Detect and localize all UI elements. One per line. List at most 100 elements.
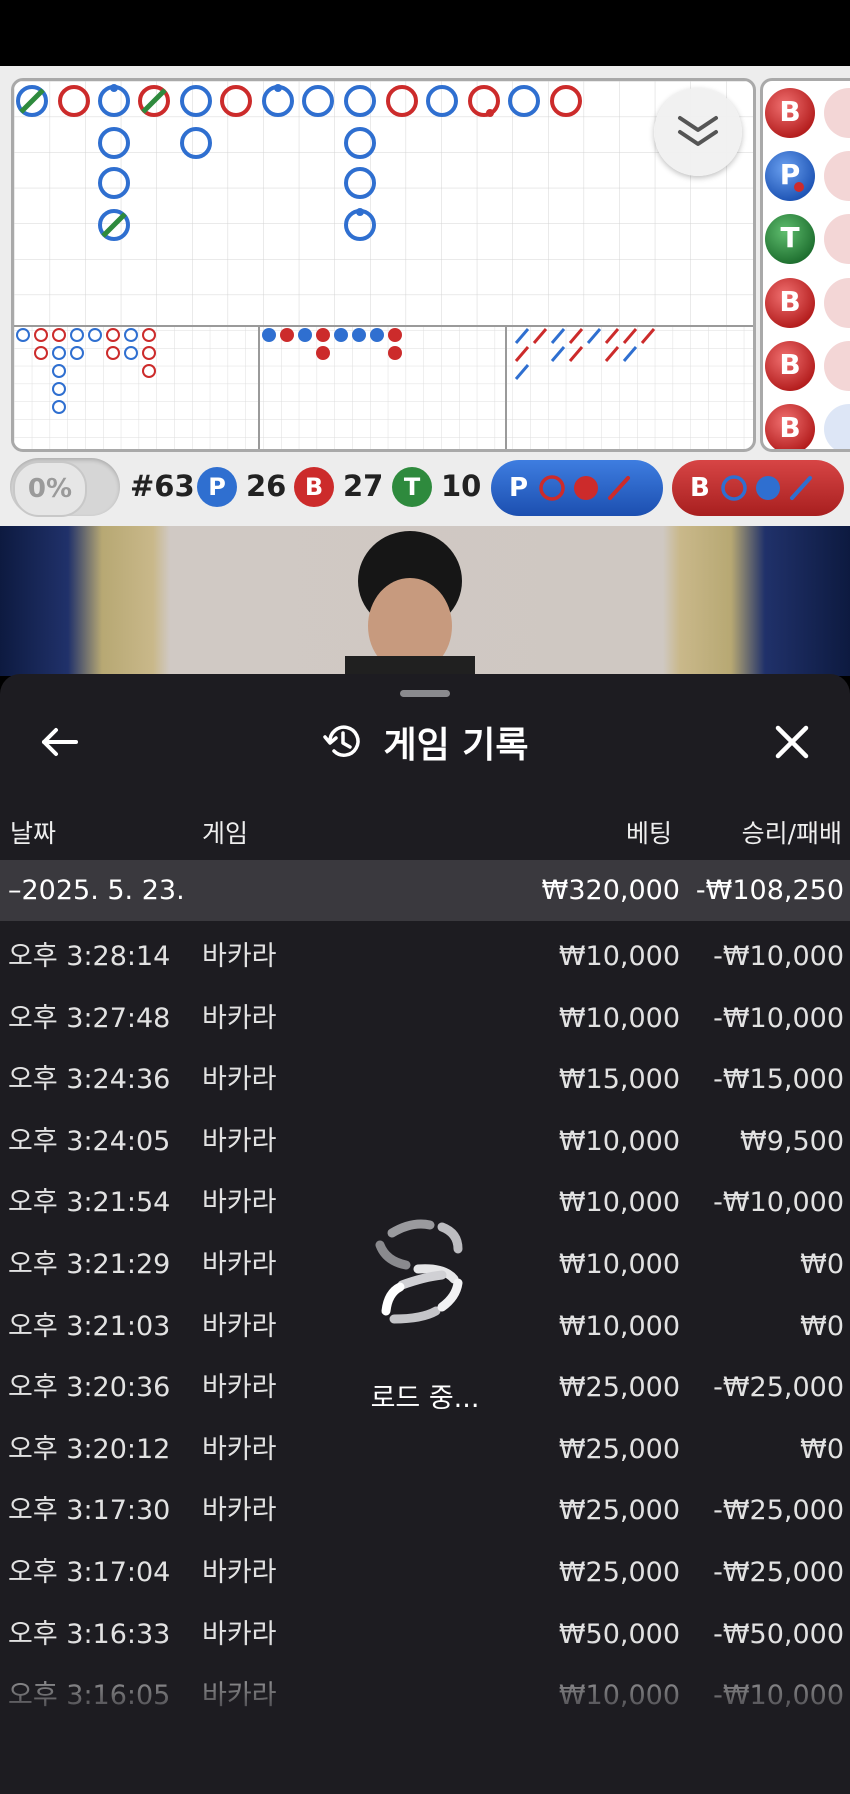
bead-label: P: [779, 158, 801, 191]
row-time: 오후 3:21:29: [8, 1249, 171, 1280]
bead-label: T: [780, 221, 800, 254]
row-bet: ₩10,000: [558, 941, 680, 972]
bead-label: B: [779, 95, 801, 128]
row-game: 바카라: [202, 941, 277, 972]
bead-label: B: [779, 411, 801, 444]
row-result: -₩15,000: [713, 1064, 844, 1096]
row-time: 오후 3:16:33: [8, 1618, 171, 1650]
roadmap-grid: [14, 81, 753, 449]
row-result: -₩25,000: [713, 1372, 844, 1404]
round-number: #63: [130, 469, 195, 503]
row-bet: ₩10,000: [558, 1249, 680, 1280]
row-game: 바카라: [202, 1187, 277, 1219]
predict-symbols-icon: [539, 475, 631, 501]
close-button[interactable]: [766, 716, 818, 768]
row-time: 오후 3:20:12: [8, 1433, 171, 1465]
column-header-date: 날짜: [10, 819, 57, 848]
row-time: 오후 3:24:05: [8, 1125, 171, 1157]
row-game: 바카라: [202, 1680, 277, 1712]
row-game: 바카라: [202, 1310, 277, 1342]
row-time: 오후 3:24:36: [8, 1064, 171, 1096]
row-game: 바카라: [202, 1002, 277, 1034]
banker-badge: B: [294, 467, 334, 507]
date-group-bet-total: ₩320,000: [541, 875, 680, 906]
player-badge: P: [197, 467, 237, 507]
percent-toggle-knob: 0%: [13, 461, 87, 517]
player-predict-label: P: [509, 473, 529, 503]
banker-predict-label: B: [690, 473, 710, 503]
date-group-date: –2025. 5. 23.: [8, 875, 185, 906]
row-time: 오후 3:20:36: [8, 1372, 171, 1404]
history-row[interactable]: 오후 3:17:04 바카라 ₩25,000 -₩25,000: [0, 1542, 850, 1603]
row-bet: ₩25,000: [558, 1433, 680, 1465]
history-row[interactable]: 오후 3:28:14 바카라 ₩10,000 -₩10,000: [0, 926, 850, 987]
row-result: -₩10,000: [713, 1680, 844, 1712]
banker-predict-button[interactable]: B: [672, 460, 844, 516]
row-game: 바카라: [202, 1064, 277, 1096]
live-dealer-video: [0, 526, 850, 676]
drag-handle[interactable]: [400, 690, 450, 697]
history-row[interactable]: 오후 3:24:05 바카라 ₩10,000 ₩9,500: [0, 1111, 850, 1172]
spinner-icon: [375, 1219, 463, 1324]
history-row[interactable]: 오후 3:16:33 바카라 ₩50,000 -₩50,000: [0, 1604, 850, 1665]
row-result: -₩10,000: [713, 941, 844, 972]
history-icon: [323, 725, 361, 757]
history-row[interactable]: 오후 3:17:30 바카라 ₩25,000 -₩25,000: [0, 1480, 850, 1541]
tie-badge: T: [392, 467, 432, 507]
status-bar: [0, 0, 850, 66]
row-result: ₩0: [800, 1249, 844, 1280]
row-time: 오후 3:27:48: [8, 1002, 171, 1034]
history-header: 게임 기록: [0, 714, 850, 770]
row-result: -₩10,000: [713, 1002, 844, 1034]
row-time: 오후 3:17:04: [8, 1557, 171, 1588]
history-row[interactable]: 오후 3:20:12 바카라 ₩25,000 ₩0: [0, 1419, 850, 1480]
bead-road: [765, 88, 850, 449]
row-game: 바카라: [202, 1618, 277, 1650]
chevron-double-down-icon: [678, 116, 718, 146]
row-bet: ₩50,000: [558, 1618, 680, 1650]
banker-count: 27: [343, 469, 384, 503]
history-title: 게임 기록: [383, 725, 529, 766]
row-game: 바카라: [202, 1372, 277, 1404]
row-time: 오후 3:17:30: [8, 1495, 171, 1527]
row-bet: ₩10,000: [558, 1310, 680, 1342]
row-result: -₩25,000: [713, 1557, 844, 1588]
row-bet: ₩25,000: [558, 1557, 680, 1588]
bead-road-panel: B P T B B B: [760, 78, 850, 452]
row-game: 바카라: [202, 1433, 277, 1465]
bead-label: B: [779, 348, 801, 381]
row-game: 바카라: [202, 1125, 277, 1157]
history-row[interactable]: 오후 3:24:36 바카라 ₩15,000 -₩15,000: [0, 1049, 850, 1110]
loading-text: 로드 중...: [370, 1383, 480, 1414]
row-result: ₩0: [800, 1310, 844, 1342]
row-time: 오후 3:21:54: [8, 1187, 171, 1219]
row-bet: ₩10,000: [558, 1125, 680, 1157]
row-result: -₩50,000: [713, 1618, 844, 1650]
player-count: 26: [246, 469, 287, 503]
row-game: 바카라: [202, 1249, 277, 1280]
row-game: 바카라: [202, 1495, 277, 1527]
player-predict-button[interactable]: P: [491, 460, 663, 516]
predict-symbols-icon: [721, 475, 812, 501]
row-bet: ₩25,000: [558, 1495, 680, 1527]
row-result: ₩9,500: [740, 1125, 844, 1157]
row-time: 오후 3:28:14: [8, 941, 171, 972]
column-header-game: 게임: [202, 819, 249, 848]
date-group-result-total: -₩108,250: [695, 875, 844, 906]
history-row[interactable]: 오후 3:16:05 바카라 ₩10,000 -₩10,000: [0, 1665, 850, 1726]
row-time: 오후 3:21:03: [8, 1310, 171, 1342]
roadmap-panel[interactable]: [11, 78, 756, 452]
row-bet: ₩10,000: [558, 1002, 680, 1034]
row-game: 바카라: [202, 1557, 277, 1588]
row-result: -₩25,000: [713, 1495, 844, 1527]
dealer-image: [345, 531, 475, 676]
collapse-roadmap-button[interactable]: [654, 88, 742, 176]
row-time: 오후 3:16:05: [8, 1680, 171, 1712]
tie-count: 10: [441, 469, 482, 503]
column-header-result: 승리/패배: [741, 819, 842, 848]
row-bet: ₩15,000: [558, 1064, 680, 1096]
bead-label: B: [779, 285, 801, 318]
column-header-bet: 베팅: [625, 819, 672, 848]
history-row[interactable]: 오후 3:27:48 바카라 ₩10,000 -₩10,000: [0, 988, 850, 1049]
date-group-row[interactable]: –2025. 5. 23. ₩320,000 -₩108,250: [0, 860, 850, 921]
